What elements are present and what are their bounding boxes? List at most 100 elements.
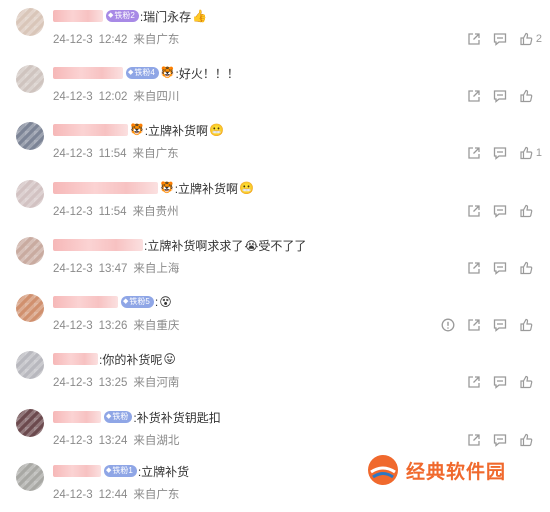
comment-meta: 24-12-3 12:42 来自广东	[53, 31, 179, 47]
like-icon[interactable]	[519, 375, 533, 389]
avatar[interactable]	[16, 237, 44, 265]
comment-actions: 1	[467, 146, 542, 160]
comment-date: 24-12-3	[53, 148, 93, 160]
suffix-emoji: 😭受不了了	[244, 238, 307, 253]
reply-icon[interactable]	[493, 32, 507, 46]
comment-text: :立牌补货啊	[144, 123, 209, 138]
diamond-icon: ◆	[108, 12, 114, 19]
comment-time: 12:42	[98, 34, 128, 46]
comment-meta: 24-12-3 13:24 来自湖北	[53, 432, 179, 448]
avatar[interactable]	[16, 409, 44, 437]
share-icon[interactable]	[467, 375, 481, 389]
suffix-emoji: 👍	[192, 9, 208, 23]
reply-icon[interactable]	[493, 433, 507, 447]
share-icon[interactable]	[467, 261, 481, 275]
avatar[interactable]	[16, 351, 44, 379]
username-blurred[interactable]	[53, 465, 101, 477]
comment-actions	[467, 261, 542, 275]
username-blurred[interactable]	[53, 411, 101, 423]
comment-time: 11:54	[98, 206, 127, 218]
prefix-emoji: 🐯	[130, 124, 144, 136]
comment-date: 24-12-3	[53, 489, 93, 501]
comment-location: 来自河南	[133, 377, 180, 389]
avatar[interactable]	[16, 180, 44, 208]
share-icon[interactable]	[467, 433, 481, 447]
comment-time: 13:26	[98, 320, 128, 332]
comment-meta: 24-12-3 13:25 来自河南	[53, 374, 179, 390]
comment-location: 来自广东	[133, 34, 180, 46]
like-icon[interactable]	[519, 318, 533, 332]
watermark-text: 经典软件园	[406, 461, 507, 483]
username-blurred[interactable]	[53, 124, 128, 136]
prefix-emoji: 🐯	[160, 182, 174, 194]
like-icon[interactable]	[519, 204, 533, 218]
comment-meta: 24-12-3 13:47 来自上海	[53, 260, 179, 276]
username-blurred[interactable]	[53, 10, 103, 22]
username-blurred[interactable]	[53, 353, 98, 365]
fan-level-badge: ◆ 铁粉4	[126, 67, 159, 79]
comment-item: :立牌补货啊求求了 😭受不了了 24-12-3 13:47 来自上海	[0, 229, 550, 286]
comment-item: ◆ 铁粉5: 😵 24-12-3 13:26 来自重庆	[0, 286, 550, 343]
share-icon[interactable]	[467, 32, 481, 46]
suffix-emoji: 😬	[239, 181, 254, 195]
badge-label: 铁粉	[112, 412, 129, 421]
comment-location: 来自广东	[133, 489, 180, 501]
like-icon[interactable]	[519, 32, 533, 46]
reply-icon[interactable]	[493, 146, 507, 160]
watermark-logo-icon	[368, 455, 398, 485]
comment-item: ◆ 铁粉2:瑞门永存 👍 24-12-3 12:42 来自广东 2	[0, 0, 550, 57]
username-blurred[interactable]	[53, 67, 123, 79]
comment-location: 来自贵州	[132, 206, 179, 218]
diamond-icon: ◆	[123, 298, 129, 305]
like-icon[interactable]	[519, 146, 533, 160]
comment-date: 24-12-3	[53, 435, 93, 447]
like-icon[interactable]	[519, 261, 533, 275]
comment-meta: 24-12-3 12:02 来自四川	[53, 88, 179, 104]
suffix-emoji: 😵	[159, 295, 172, 309]
avatar[interactable]	[16, 65, 44, 93]
comment-time: 11:54	[98, 148, 127, 160]
comment-text: :好火！！！	[175, 66, 239, 81]
reply-icon[interactable]	[493, 375, 507, 389]
reply-icon[interactable]	[493, 89, 507, 103]
avatar[interactable]	[16, 463, 44, 491]
fan-level-badge: ◆ 铁粉2	[106, 10, 139, 22]
badge-label: 铁粉4	[134, 68, 155, 77]
avatar[interactable]	[16, 294, 44, 322]
like-icon[interactable]	[519, 89, 533, 103]
comment-item: ◆ 铁粉4 🐯:好火！！！ 24-12-3 12:02 来自四川	[0, 57, 550, 114]
diamond-icon: ◆	[128, 69, 134, 76]
comment-item: 🐯:立牌补货啊 😬 24-12-3 11:54 来自贵州	[0, 172, 550, 229]
badge-label: 铁粉2	[114, 11, 135, 20]
comment-meta: 24-12-3 12:44 来自广东	[53, 486, 179, 502]
username-blurred[interactable]	[53, 182, 158, 194]
diamond-icon: ◆	[106, 467, 112, 474]
reply-icon[interactable]	[493, 261, 507, 275]
avatar[interactable]	[16, 8, 44, 36]
comment-actions	[467, 433, 542, 447]
comment-actions	[467, 375, 542, 389]
avatar[interactable]	[16, 122, 44, 150]
comment-date: 24-12-3	[53, 91, 93, 103]
comment-time: 13:25	[98, 377, 128, 389]
comment-text: :立牌补货啊	[174, 181, 239, 196]
share-icon[interactable]	[467, 146, 481, 160]
warning-icon[interactable]	[441, 318, 455, 332]
comment-location: 来自上海	[133, 263, 180, 275]
reply-icon[interactable]	[493, 318, 507, 332]
comment-text: :补货补货钥匙扣	[133, 410, 221, 425]
diamond-icon: ◆	[106, 413, 112, 420]
comment-text: :你的补货呢	[99, 352, 163, 367]
suffix-emoji: 😬	[209, 123, 224, 137]
reply-icon[interactable]	[493, 204, 507, 218]
share-icon[interactable]	[467, 204, 481, 218]
like-icon[interactable]	[519, 433, 533, 447]
comment-text: :	[154, 295, 159, 309]
suffix-emoji: 😛	[163, 352, 176, 366]
comment-time: 12:44	[98, 489, 128, 501]
username-blurred[interactable]	[53, 239, 143, 251]
share-icon[interactable]	[467, 89, 481, 103]
username-blurred[interactable]	[53, 296, 118, 308]
prefix-emoji: 🐯	[160, 67, 175, 79]
share-icon[interactable]	[467, 318, 481, 332]
